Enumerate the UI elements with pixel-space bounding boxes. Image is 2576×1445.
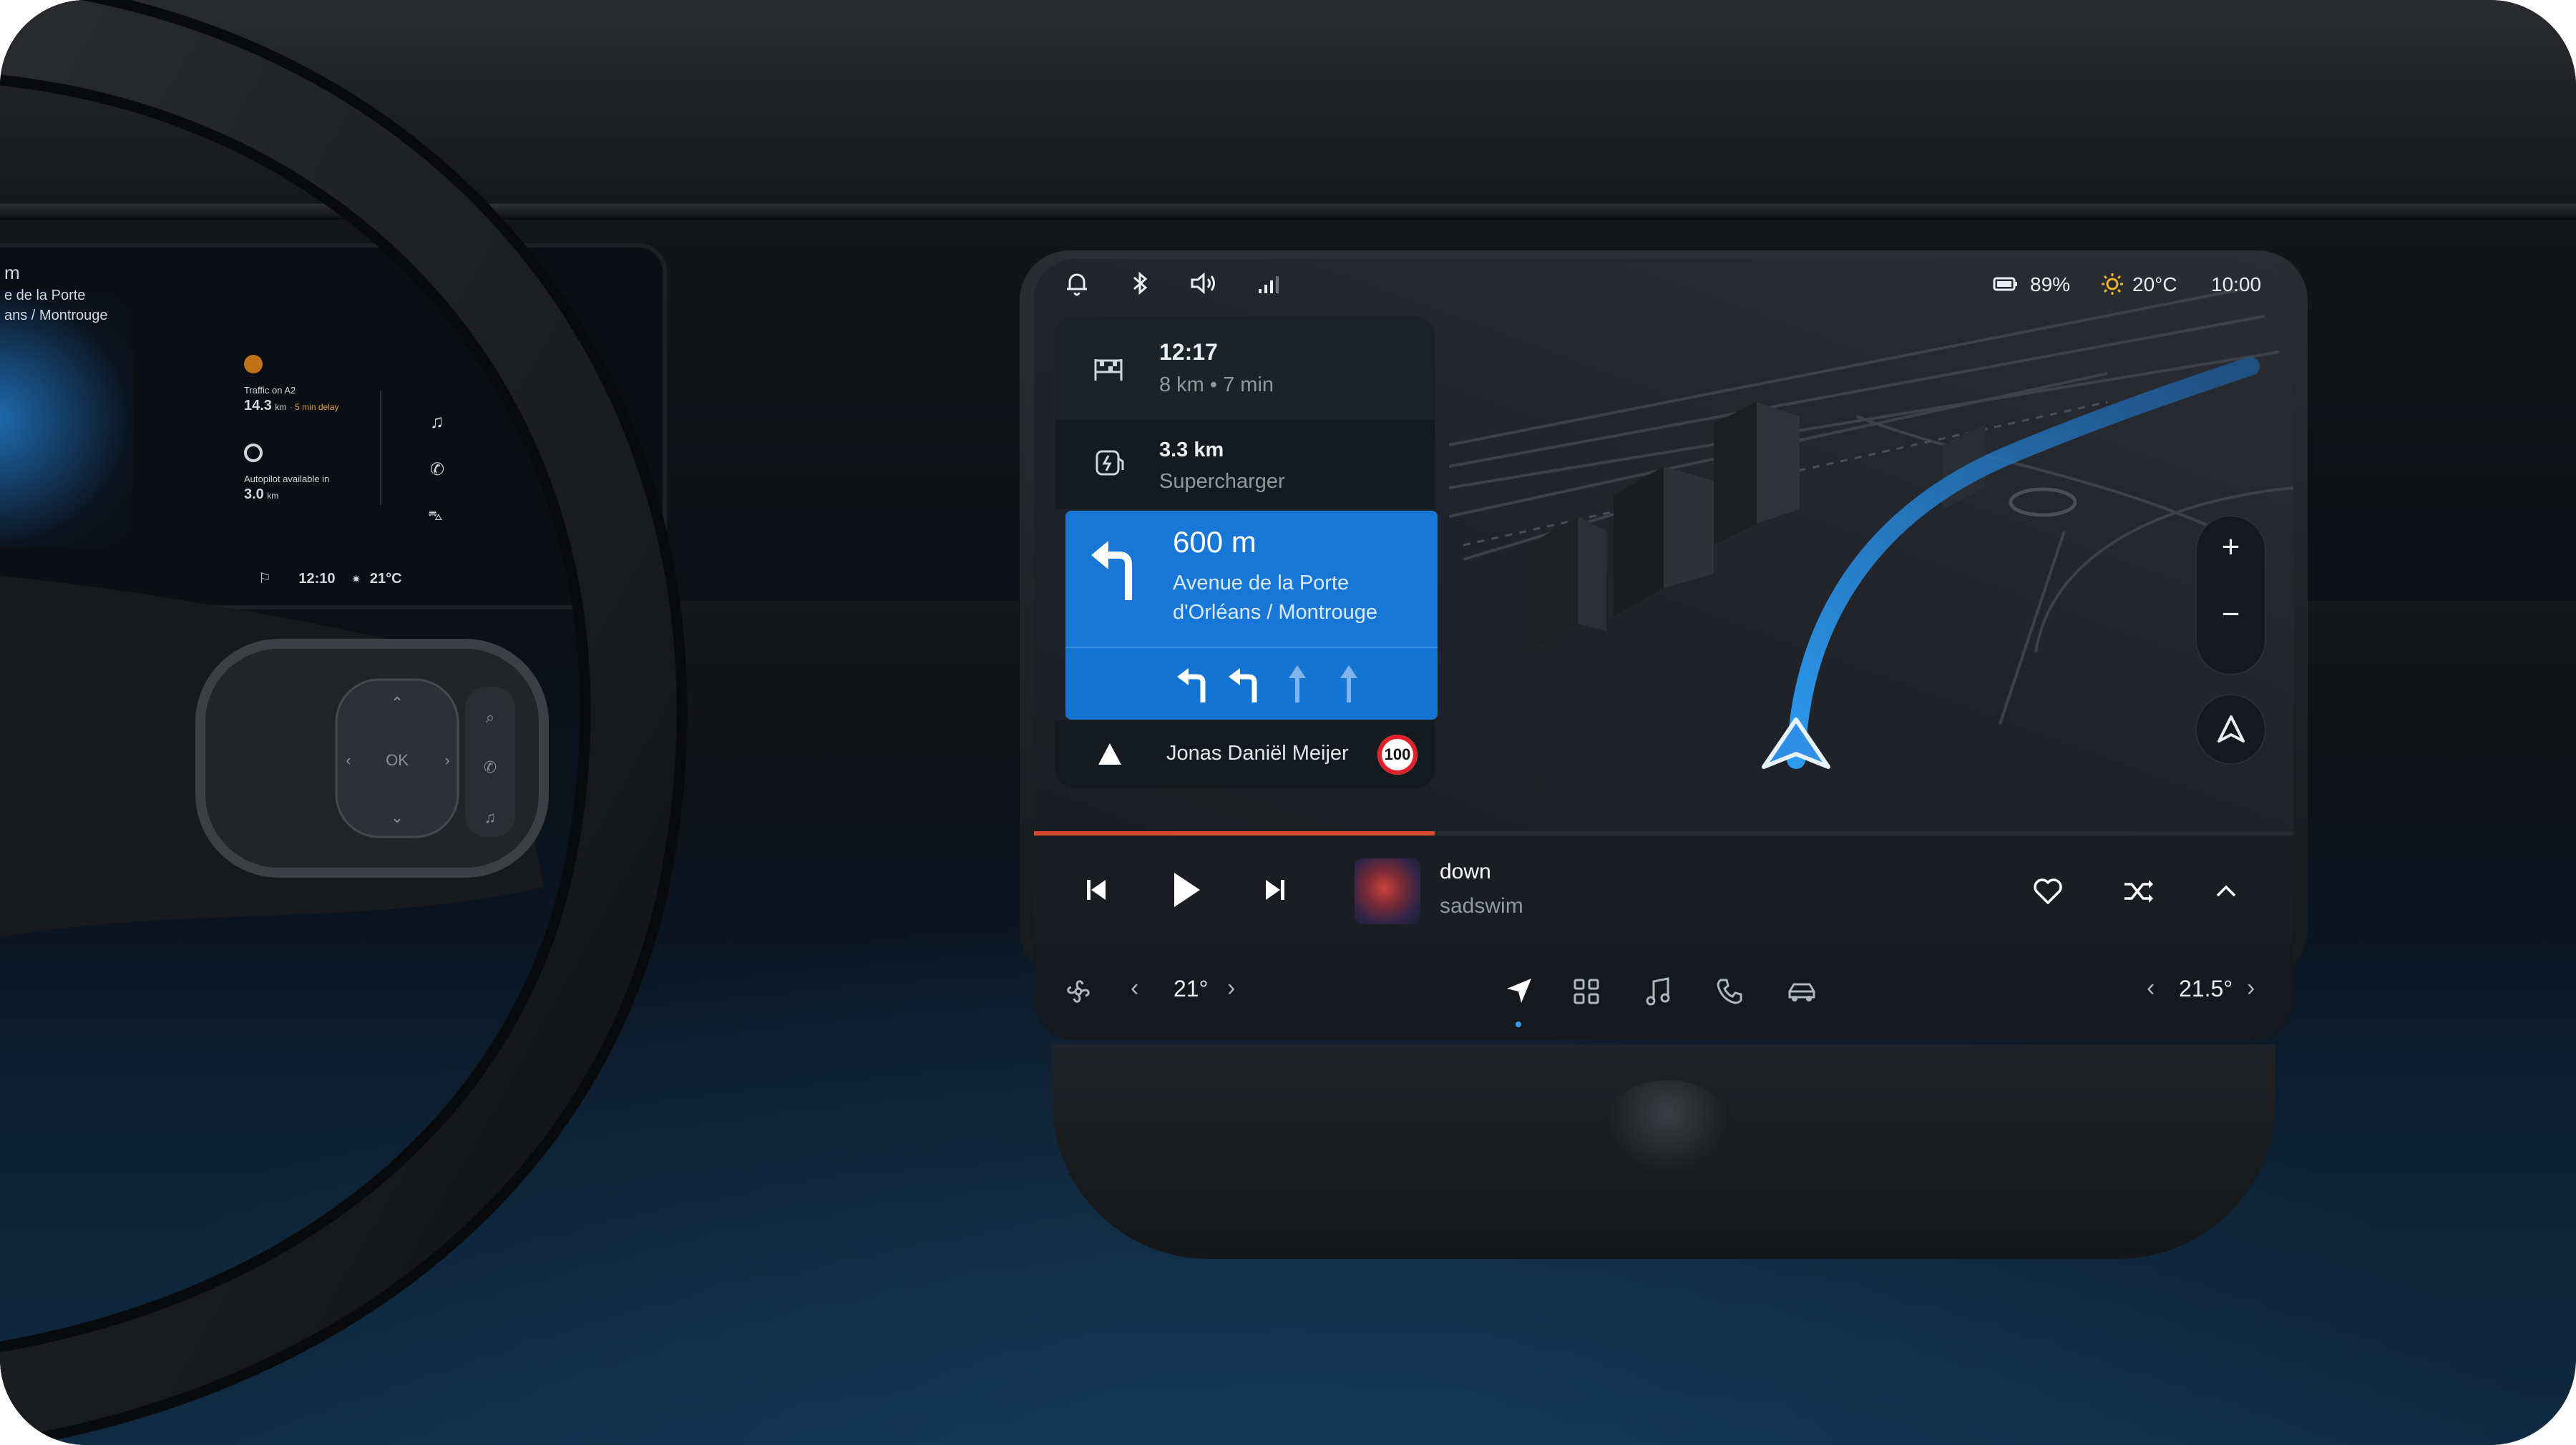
- outside-temperature: 20°C: [2132, 273, 2177, 295]
- svg-text:OK: OK: [386, 751, 409, 769]
- track-title: down: [1440, 860, 1491, 883]
- arrival-time: 12:17: [1159, 339, 1218, 365]
- heart-icon[interactable]: [2032, 877, 2064, 906]
- lane-straight-icon: [1340, 665, 1357, 702]
- zoom-control: + −: [2197, 516, 2265, 674]
- maneuver-street-line2: d'Orléans / Montrouge: [1173, 601, 1378, 624]
- previous-track-icon[interactable]: [1084, 876, 1110, 904]
- driver-temp-increase[interactable]: ›: [1227, 974, 1235, 1002]
- passenger-temp-increase[interactable]: ›: [2247, 974, 2255, 1002]
- passenger-temp-decrease[interactable]: ‹: [2147, 974, 2155, 1002]
- charging-station-icon: [1096, 450, 1124, 476]
- charger-row[interactable]: 3.3 km Supercharger: [1055, 420, 1435, 509]
- turn-left-icon: [1091, 541, 1132, 600]
- svg-text:⌕: ⌕: [486, 708, 494, 726]
- system-dock: ‹ 21° › ‹ 21.5° ›: [1034, 944, 2293, 1041]
- next-track-icon[interactable]: [1262, 876, 1287, 904]
- driver-temp-decrease[interactable]: ‹: [1131, 974, 1138, 1002]
- chevron-up-icon[interactable]: [2213, 880, 2239, 901]
- car-icon[interactable]: [1785, 979, 1818, 1004]
- bell-icon[interactable]: [1063, 269, 1091, 298]
- clock: 10:00: [2211, 273, 2262, 295]
- charger-name: Supercharger: [1159, 470, 1285, 493]
- lane-straight-icon: [1289, 665, 1306, 702]
- arrival-detail: 8 km • 7 min: [1159, 373, 1274, 396]
- signal-icon: [1259, 276, 1279, 293]
- finish-flag-icon: [1094, 359, 1123, 381]
- current-road-row: Jonas Daniël Meijer 100: [1055, 720, 1435, 788]
- maneuver-distance: 600 m: [1173, 525, 1257, 559]
- media-progress-fill[interactable]: [1034, 831, 1435, 836]
- lane-guidance: [1065, 647, 1438, 720]
- current-road-name: Jonas Daniël Meijer: [1166, 742, 1349, 765]
- speed-limit-sign: 100: [1377, 735, 1418, 775]
- play-icon[interactable]: [1170, 870, 1203, 910]
- vehicle-position-icon: [1762, 717, 1830, 769]
- lane-left-turn-icon: [1229, 668, 1257, 702]
- arrival-row[interactable]: 12:17 8 km • 7 min: [1055, 316, 1435, 420]
- battery-icon: [1993, 277, 2017, 291]
- console-knob: [1603, 1080, 1732, 1173]
- maneuver-card[interactable]: 600 m Avenue de la Porte d'Orléans / Mon…: [1065, 511, 1438, 720]
- phone-icon[interactable]: [1715, 977, 1744, 1006]
- svg-text:›: ›: [444, 751, 449, 769]
- zoom-out-button[interactable]: −: [2197, 597, 2265, 632]
- battery-percent: 89%: [2030, 273, 2071, 295]
- apps-icon[interactable]: [1572, 977, 1601, 1006]
- navigation-card: 12:17 8 km • 7 min 3.3 km Supercharger 6…: [1055, 316, 1438, 788]
- driver-temperature: 21°: [1174, 976, 1209, 1001]
- steering-wheel: OK ⌃ ⌄ ‹ › ⌕ ✆ ♫: [0, 0, 688, 1445]
- svg-text:⌃: ⌃: [391, 694, 404, 712]
- track-artist: sadswim: [1440, 894, 1523, 918]
- sun-icon: [2102, 273, 2123, 295]
- lane-left-turn-icon: [1177, 668, 1206, 702]
- svg-text:♫: ♫: [484, 808, 497, 826]
- fan-icon[interactable]: [1063, 976, 1094, 1007]
- bluetooth-icon[interactable]: [1126, 269, 1154, 298]
- recenter-button[interactable]: [2197, 695, 2265, 763]
- compass-icon: [2218, 715, 2245, 743]
- svg-text:‹: ‹: [346, 751, 351, 769]
- zoom-in-button[interactable]: +: [2197, 529, 2265, 565]
- passenger-temperature: 21.5°: [2179, 976, 2233, 1001]
- album-art: [1355, 858, 1420, 924]
- volume-icon[interactable]: [1188, 269, 1222, 298]
- infotainment-screen: + − 89% 20°C 10:00 12:17 8 km • 7 min 3.…: [1034, 259, 2293, 974]
- active-indicator: [1516, 1022, 1521, 1027]
- speed-limit-value: 100: [1384, 745, 1411, 763]
- svg-text:⌄: ⌄: [391, 808, 404, 826]
- status-bar: 89% 20°C 10:00: [1034, 259, 2293, 309]
- shuffle-icon[interactable]: [2122, 877, 2155, 906]
- car-interior-scene: m e de la Porte ans / Montrouge Traffic …: [0, 0, 2576, 1445]
- charger-distance: 3.3 km: [1159, 439, 1224, 461]
- maneuver-street-line1: Avenue de la Porte: [1173, 572, 1350, 594]
- heading-arrow-icon: [1098, 743, 1121, 765]
- svg-text:✆: ✆: [484, 758, 497, 776]
- music-icon[interactable]: [1644, 976, 1672, 1007]
- navigation-icon[interactable]: [1503, 976, 1534, 1007]
